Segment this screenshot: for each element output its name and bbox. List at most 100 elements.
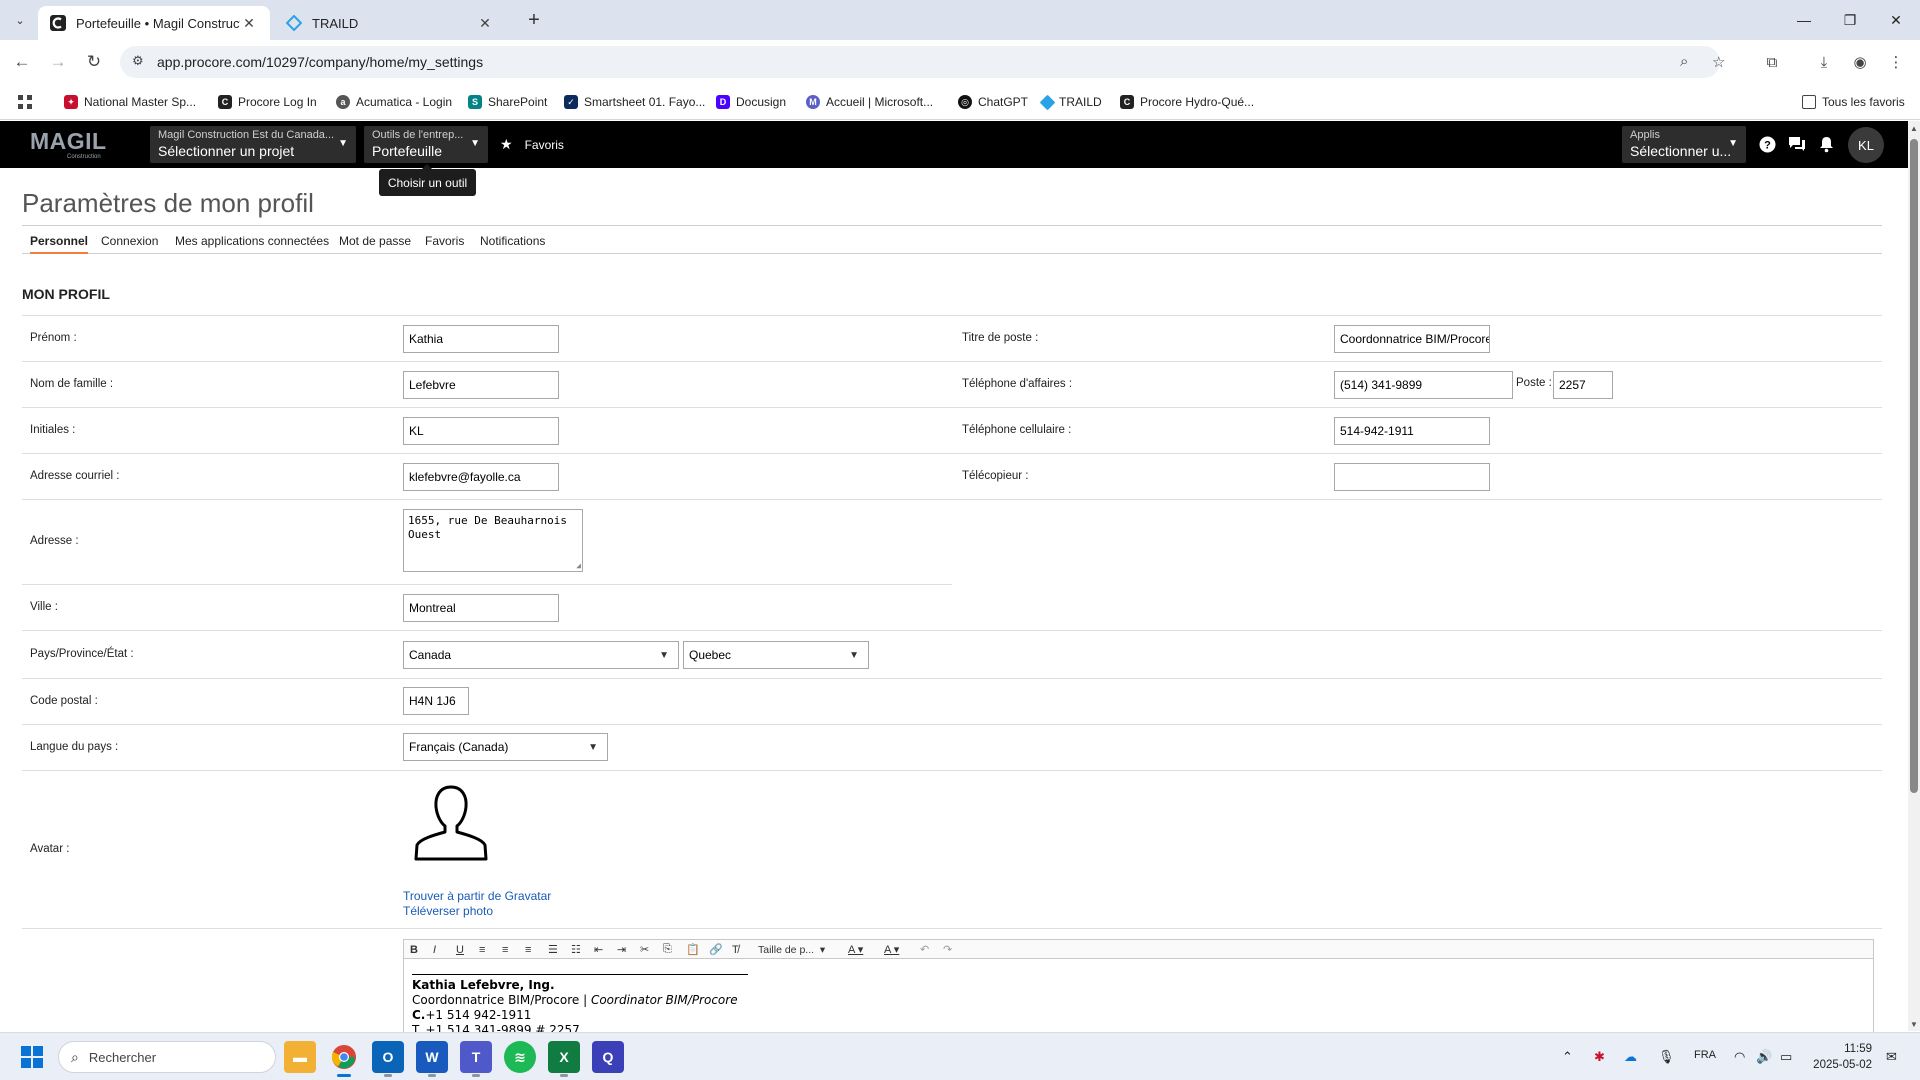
indent-icon[interactable]: ⇥: [617, 942, 626, 957]
highlight-color-icon[interactable]: A ▾: [884, 942, 899, 957]
upload-photo-link[interactable]: Téléverser photo: [403, 904, 493, 918]
conversations-icon[interactable]: [1786, 133, 1808, 155]
extensions-icon[interactable]: ⧉: [1760, 50, 1784, 74]
signature-content[interactable]: Kathia Lefebvre, Ing. Coordonnatrice BIM…: [412, 974, 748, 1038]
bookmark-item[interactable]: C Procore Log In: [218, 93, 317, 111]
last-name-field[interactable]: Lefebvre: [403, 371, 559, 399]
favorites-link[interactable]: ★ Favoris: [500, 136, 564, 153]
redo-icon[interactable]: ↷: [943, 942, 952, 957]
file-explorer-icon[interactable]: ▬: [284, 1041, 316, 1073]
bold-icon[interactable]: B: [410, 942, 418, 957]
bookmark-item[interactable]: D Docusign: [716, 93, 786, 111]
taskbar-search[interactable]: ⌕ Rechercher: [58, 1041, 276, 1073]
address-bar[interactable]: ⚙ app.procore.com/10297/company/home/my_…: [120, 46, 1725, 78]
zoom-icon[interactable]: ⌕: [1680, 53, 1688, 70]
first-name-field[interactable]: Kathia: [403, 325, 559, 353]
italic-icon[interactable]: I: [433, 942, 436, 957]
taskbar-clock[interactable]: 11:59 2025-05-02: [1812, 1041, 1872, 1073]
cell-phone-field[interactable]: 514-942-1911: [1334, 417, 1490, 445]
paste-icon[interactable]: 📋: [686, 942, 700, 957]
email-field[interactable]: klefebvre@fayolle.ca: [403, 463, 559, 491]
browser-tab-portefeuille[interactable]: Portefeuille • Magil Construction ✕: [38, 6, 270, 40]
outdent-icon[interactable]: ⇤: [594, 942, 603, 957]
scroll-down-icon[interactable]: ▼: [1908, 1017, 1920, 1031]
underline-icon[interactable]: U: [456, 942, 464, 957]
scroll-up-icon[interactable]: ▲: [1908, 121, 1920, 135]
copy-icon[interactable]: ⎘: [663, 942, 672, 957]
user-avatar[interactable]: KL: [1848, 127, 1884, 163]
bookmark-item[interactable]: ◎ ChatGPT: [958, 93, 1028, 111]
bookmark-item[interactable]: a Acumatica - Login: [336, 93, 452, 111]
app-icon[interactable]: Q: [592, 1041, 624, 1073]
bookmark-item[interactable]: M Accueil | Microsoft...: [806, 93, 933, 111]
reload-icon[interactable]: ↻: [82, 50, 106, 74]
bookmark-item[interactable]: ✦ National Master Sp...: [64, 93, 196, 111]
cut-icon[interactable]: ✂: [640, 942, 649, 957]
tab-search-dropdown[interactable]: ⌄: [8, 8, 32, 32]
numbered-list-icon[interactable]: ☷: [571, 942, 581, 957]
tab-personnel[interactable]: Personnel: [30, 234, 89, 254]
resize-handle-icon[interactable]: ◢: [576, 562, 581, 570]
tool-selector[interactable]: Outils de l'entrep... Portefeuille ▼: [364, 126, 488, 163]
wifi-icon[interactable]: ◠: [1734, 1049, 1745, 1065]
bookmark-item[interactable]: S SharePoint: [468, 93, 547, 111]
forward-arrow-icon[interactable]: →: [46, 50, 70, 74]
bell-icon[interactable]: [1815, 133, 1837, 155]
outlook-icon[interactable]: O: [372, 1041, 404, 1077]
tab-favorites[interactable]: Favoris: [425, 234, 464, 248]
scrollbar-thumb[interactable]: [1910, 139, 1918, 793]
microphone-icon[interactable]: 🎙: [1658, 1049, 1675, 1065]
teams-icon[interactable]: T: [460, 1041, 492, 1077]
initials-field[interactable]: KL: [403, 417, 559, 445]
download-icon[interactable]: ⤓: [1812, 50, 1836, 74]
minimize-icon[interactable]: —: [1784, 6, 1824, 34]
browser-menu-icon[interactable]: ⋮: [1884, 50, 1908, 74]
bookmark-item[interactable]: ✓ Smartsheet 01. Fayo...: [564, 93, 705, 111]
word-icon[interactable]: W: [416, 1041, 448, 1077]
align-right-icon[interactable]: ≡: [525, 942, 531, 957]
gravatar-link[interactable]: Trouver à partir de Gravatar: [403, 889, 551, 903]
url-text[interactable]: app.procore.com/10297/company/home/my_se…: [157, 54, 483, 70]
help-icon[interactable]: ?: [1756, 133, 1778, 155]
language-select[interactable]: Français (Canada) ▼: [403, 733, 608, 761]
language-indicator[interactable]: FRA: [1694, 1049, 1716, 1061]
city-field[interactable]: Montreal: [403, 594, 559, 622]
back-arrow-icon[interactable]: ←: [10, 50, 34, 74]
clear-format-icon[interactable]: T̸: [732, 942, 739, 957]
bookmark-star-icon[interactable]: ☆: [1712, 53, 1725, 71]
show-hidden-icons-icon[interactable]: ⌃: [1562, 1049, 1573, 1065]
excel-icon[interactable]: X: [548, 1041, 580, 1077]
province-select[interactable]: Quebec ▼: [683, 641, 869, 669]
bullet-list-icon[interactable]: ☰: [548, 942, 558, 957]
bookmark-item[interactable]: C Procore Hydro-Qué...: [1120, 93, 1254, 111]
tray-app-icon[interactable]: ✱: [1594, 1049, 1605, 1065]
align-left-icon[interactable]: ≡: [479, 942, 485, 957]
text-color-icon[interactable]: A ▾: [848, 942, 863, 957]
browser-tab-traild[interactable]: TRAILD ✕: [274, 6, 506, 40]
chrome-icon[interactable]: [328, 1041, 360, 1077]
notification-icon[interactable]: ✉: [1886, 1049, 1897, 1065]
windows-start-icon[interactable]: [21, 1046, 43, 1068]
apps-selector[interactable]: Applis Sélectionner u... ▼: [1622, 126, 1746, 163]
magil-logo[interactable]: MAGIL Construction: [30, 129, 110, 161]
battery-icon[interactable]: ▭: [1780, 1049, 1792, 1065]
spotify-icon[interactable]: ≋: [504, 1041, 536, 1073]
business-phone-field[interactable]: (514) 341-9899: [1334, 371, 1513, 399]
country-select[interactable]: Canada ▼: [403, 641, 679, 669]
apps-grid-icon[interactable]: [18, 93, 32, 111]
tab-password[interactable]: Mot de passe: [339, 234, 411, 248]
tab-connected-apps[interactable]: Mes applications connectées: [175, 234, 329, 248]
tab-close-icon[interactable]: ✕: [240, 15, 258, 32]
tab-notifications[interactable]: Notifications: [480, 234, 545, 248]
undo-icon[interactable]: ↶: [920, 942, 929, 957]
new-tab-button[interactable]: +: [522, 8, 546, 32]
tab-close-icon[interactable]: ✕: [476, 15, 494, 32]
fax-field[interactable]: [1334, 463, 1490, 491]
volume-icon[interactable]: 🔊: [1756, 1049, 1772, 1065]
onedrive-icon[interactable]: ☁: [1624, 1049, 1637, 1065]
restore-icon[interactable]: ❐: [1830, 6, 1870, 34]
job-title-field[interactable]: Coordonnatrice BIM/Procore: [1334, 325, 1490, 353]
profile-icon[interactable]: ◉: [1848, 50, 1872, 74]
window-close-icon[interactable]: ✕: [1876, 6, 1916, 34]
site-info-icon[interactable]: ⚙: [132, 53, 144, 69]
